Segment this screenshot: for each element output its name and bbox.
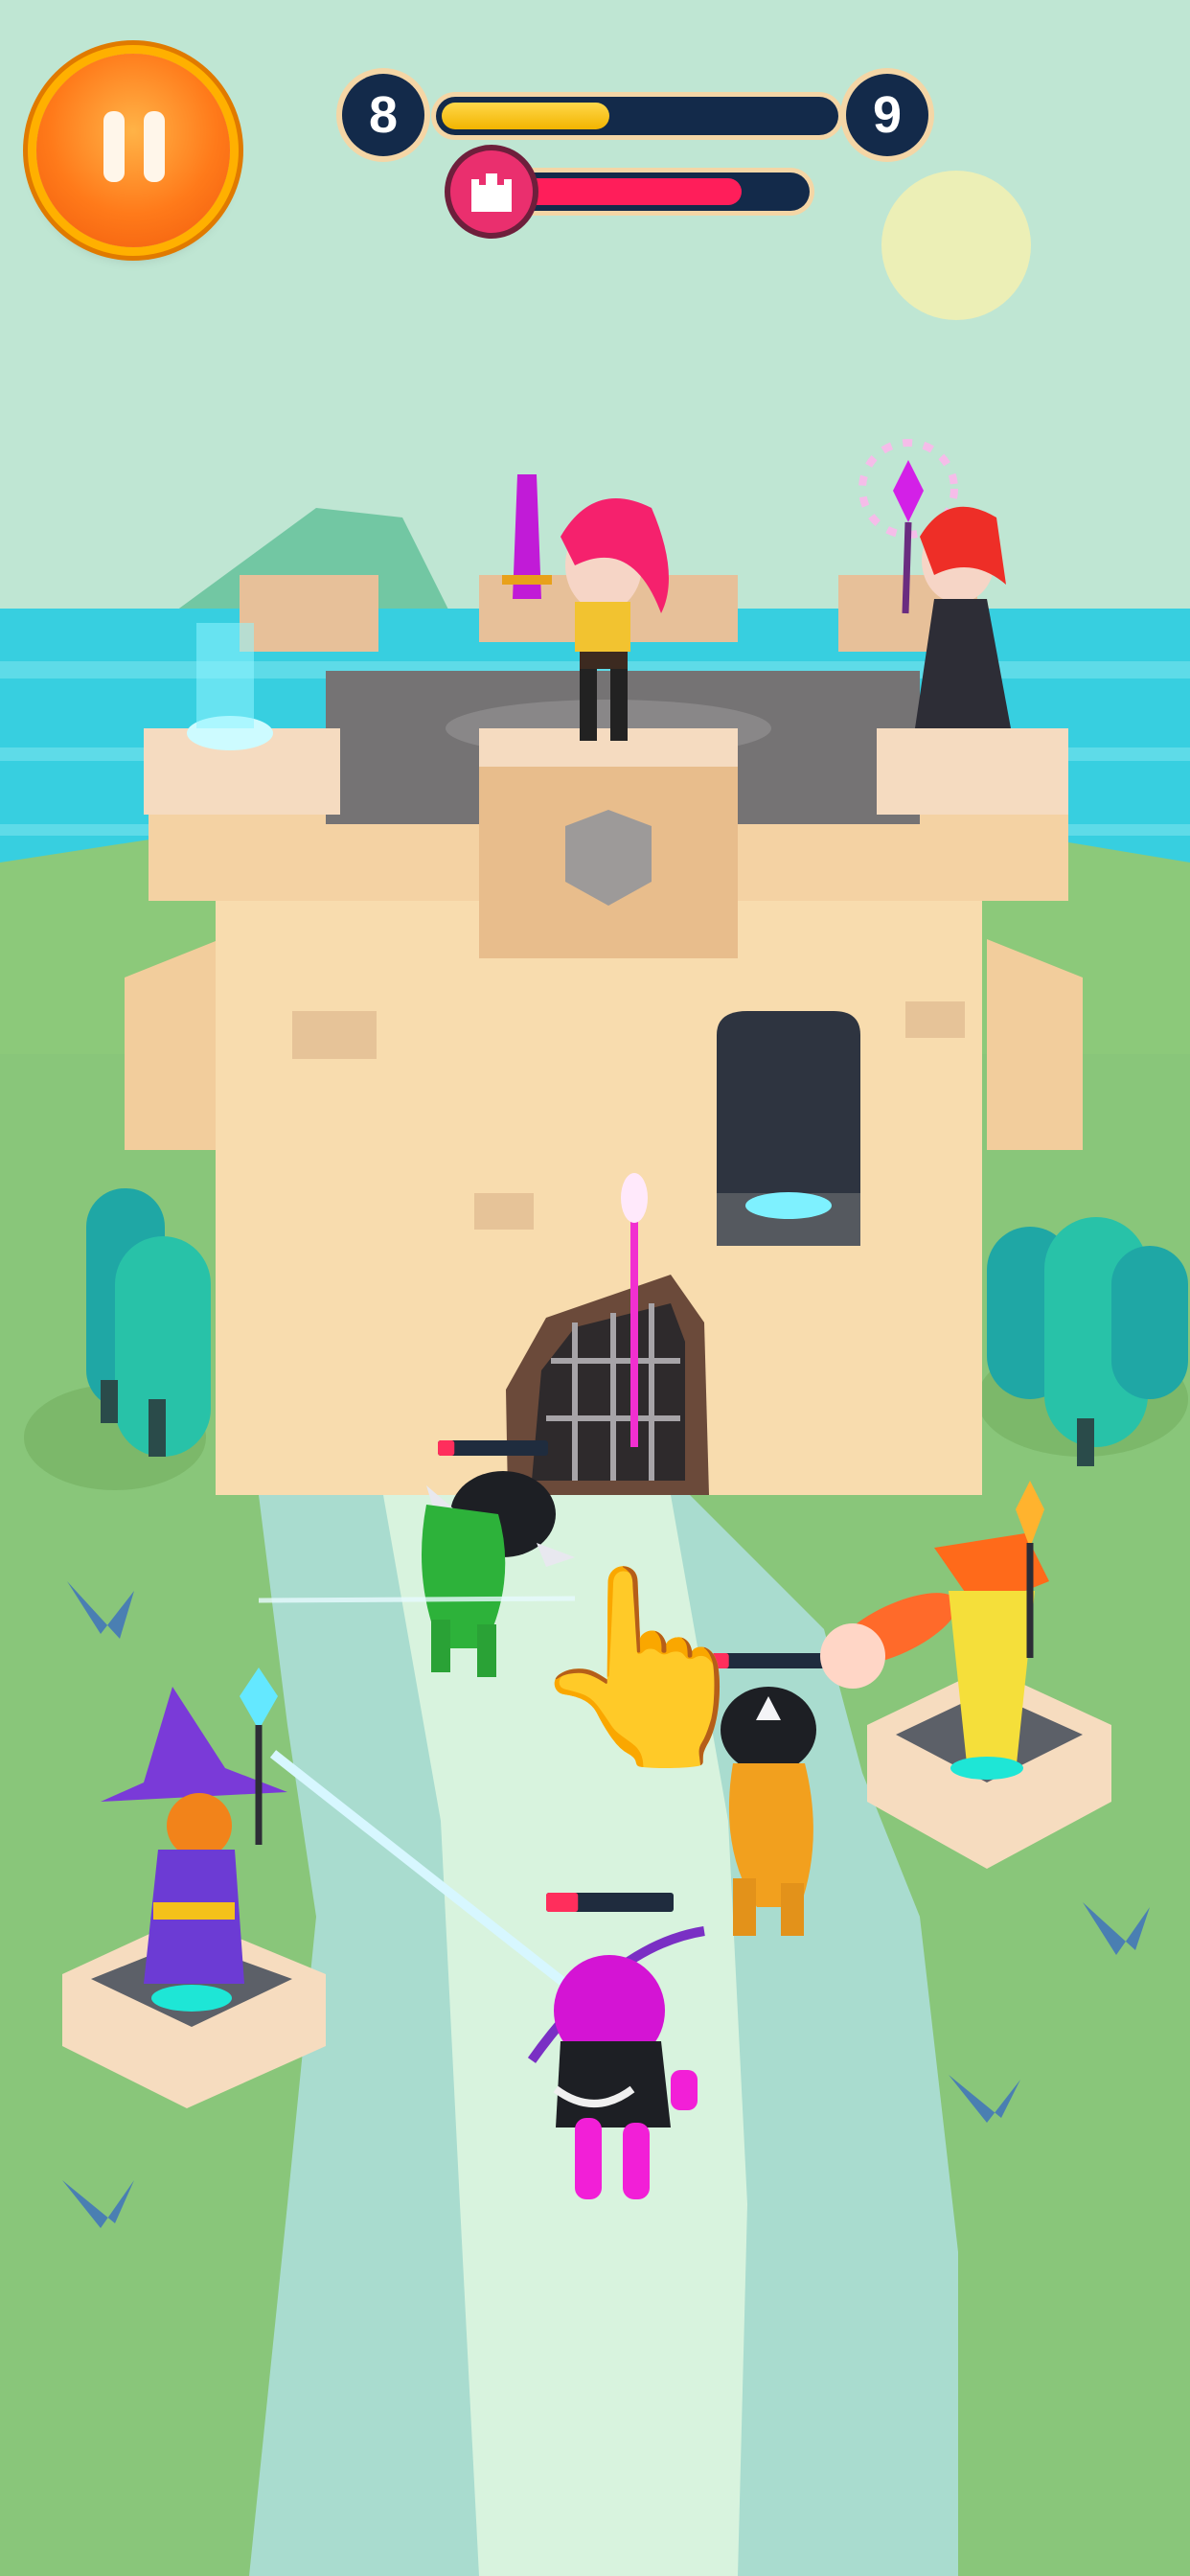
current-level-badge: 8	[342, 74, 424, 156]
pause-button[interactable]	[36, 54, 230, 247]
castle-icon	[450, 150, 533, 233]
archer-health-fill	[546, 1893, 579, 1912]
green-knight-health-fill	[438, 1440, 455, 1456]
pause-icon	[103, 111, 125, 182]
castle-health-bar	[513, 172, 810, 211]
tap-hand-icon: 👆	[525, 1560, 765, 1774]
trees-right	[977, 1217, 1188, 1466]
level-progress-fill	[442, 103, 610, 129]
next-level-badge: 9	[846, 74, 928, 156]
sun	[881, 171, 1031, 320]
castle-health-fill	[522, 178, 743, 205]
level-progress-bar	[436, 97, 838, 135]
game-scene[interactable]	[0, 0, 1190, 2576]
